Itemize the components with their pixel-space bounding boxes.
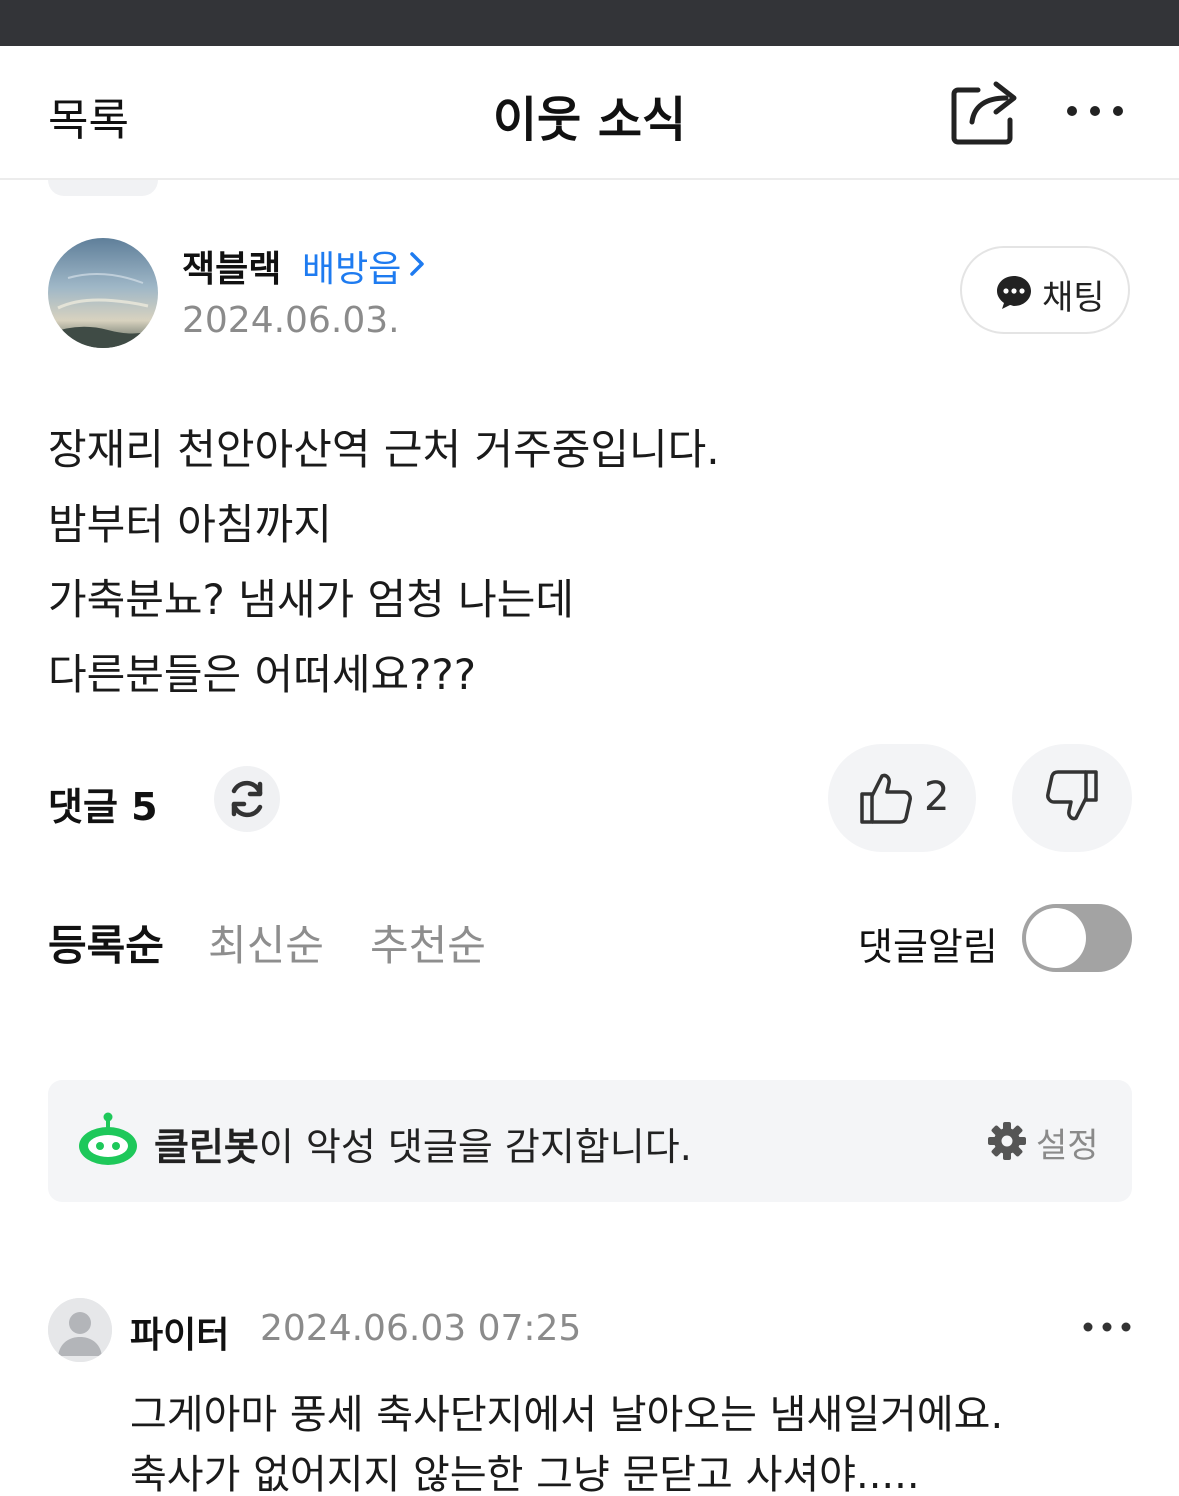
comment-sort-row: 등록순 최신순 추천순 댓글알림 — [48, 904, 1132, 973]
chat-button-label: 채팅 — [1042, 278, 1105, 318]
post-body-line: 다른분들은 어떠세요??? — [48, 650, 476, 699]
cleanbot-message: 클린봇이 악성 댓글을 감지합니다. — [154, 1116, 692, 1171]
chevron-right-icon — [410, 252, 424, 276]
commenter-name[interactable]: 파이터 — [130, 1306, 229, 1358]
share-icon[interactable] — [948, 76, 1024, 148]
post-author-row: 잭블랙 배방읍 2024.06.03. 채팅 — [48, 236, 1132, 348]
status-bar — [0, 0, 1179, 46]
sort-tab-recommended[interactable]: 추천순 — [370, 912, 486, 973]
like-button[interactable]: 2 — [828, 744, 976, 852]
cleanbot-message-text: 이 악성 댓글을 감지합니다. — [258, 1125, 692, 1169]
thumbs-up-icon — [860, 773, 912, 824]
cleanbot-banner: 클린봇이 악성 댓글을 감지합니다. 설정 — [48, 1080, 1132, 1202]
like-count: 2 — [924, 774, 950, 820]
more-dots-icon[interactable] — [1082, 1314, 1132, 1340]
thumbs-down-icon — [1046, 770, 1098, 821]
scrolled-element-edge — [48, 180, 158, 196]
post-body: 장재리 천안아산역 근처 거주중입니다. 밤부터 아침까지 가축분뇨? 냄새가 … — [48, 412, 1132, 712]
comment-count-label: 댓글 5 — [48, 785, 158, 829]
more-dots-icon[interactable] — [1064, 86, 1126, 136]
comment-item: 파이터 2024.06.03 07:25 그게아마 풍세 축사단지에서 날아오는… — [48, 1296, 1132, 1496]
comment-text-line: 축사가 없어지지 않는한 그냥 문닫고 사셔야..... — [130, 1452, 920, 1496]
comment-timestamp: 2024.06.03 07:25 — [260, 1308, 582, 1349]
author-avatar[interactable] — [48, 238, 158, 348]
cleanbot-name: 클린봇 — [154, 1125, 259, 1169]
top-navigation-bar: 목록 이웃 소식 — [0, 46, 1179, 180]
settings-label: 설정 — [1036, 1126, 1099, 1166]
dislike-button[interactable] — [1012, 744, 1132, 852]
post-date: 2024.06.03. — [182, 300, 400, 341]
cleanbot-settings-button[interactable]: 설정 — [988, 1118, 1108, 1166]
post-body-line: 장재리 천안아산역 근처 거주중입니다. — [48, 425, 720, 474]
author-location-link[interactable]: 배방읍 — [302, 240, 401, 292]
robot-icon — [79, 1112, 137, 1165]
commenter-avatar[interactable] — [48, 1298, 112, 1362]
refresh-comments-button[interactable] — [214, 766, 280, 832]
sort-tab-registered[interactable]: 등록순 — [48, 912, 164, 973]
comment-notify-label: 댓글알림 — [858, 925, 998, 969]
comment-text-line: 그게아마 풍세 축사단지에서 날아오는 냄새일거에요. — [130, 1392, 1004, 1438]
comment-notify-toggle[interactable] — [1022, 904, 1132, 972]
gear-icon — [988, 1122, 1026, 1160]
sort-tab-latest[interactable]: 최신순 — [208, 912, 324, 973]
post-body-line: 가축분뇨? 냄새가 엄청 나는데 — [48, 575, 575, 624]
chat-bubble-icon — [997, 276, 1031, 309]
post-body-line: 밤부터 아침까지 — [48, 500, 332, 549]
refresh-icon — [231, 780, 263, 818]
author-name[interactable]: 잭블랙 — [182, 240, 281, 292]
toggle-knob — [1026, 908, 1086, 968]
chat-button[interactable]: 채팅 — [960, 246, 1130, 334]
